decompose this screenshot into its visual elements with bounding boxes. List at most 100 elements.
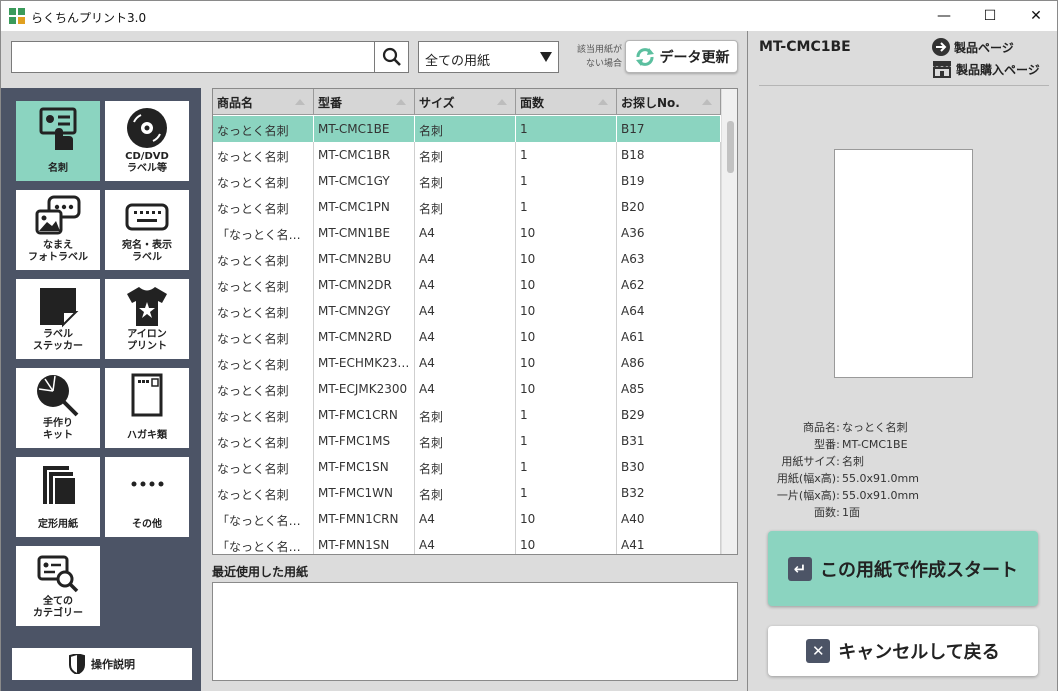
- cell-size: A4: [415, 506, 516, 532]
- data-update-label: データ更新: [659, 49, 730, 66]
- search-button[interactable]: [374, 41, 409, 73]
- cell-search-no: A62: [617, 272, 721, 298]
- cell-faces: 1: [516, 454, 617, 480]
- data-update-button[interactable]: データ更新: [625, 40, 738, 73]
- category-handmade-kit[interactable]: 手作り キット: [16, 368, 100, 448]
- info-value: 55.0x91.0mm: [842, 489, 919, 502]
- manual-button[interactable]: 操作説明: [12, 648, 192, 680]
- table-row[interactable]: なっとく名刺 MT-CMN2GY A4 10 A64: [213, 298, 721, 324]
- table-scrollbar[interactable]: [721, 89, 737, 554]
- info-key: 用紙(幅x高): [776, 472, 836, 485]
- cell-search-no: A36: [617, 220, 721, 246]
- close-icon: ✕: [1030, 8, 1042, 24]
- category-cd-dvd[interactable]: CD/DVD ラベル等: [105, 101, 189, 181]
- info-key: 型番: [814, 438, 836, 451]
- recent-papers-list[interactable]: [212, 582, 738, 681]
- cell-product-name: 「なっとく名刺…: [213, 532, 314, 554]
- info-row: 商品名: なっとく名刺: [748, 419, 1058, 436]
- category-name-photo-label[interactable]: なまえ フォトラベル: [16, 190, 100, 270]
- cell-product-name: なっとく名刺: [213, 194, 314, 220]
- table-row[interactable]: なっとく名刺 MT-CMC1GY 名刺 1 B19: [213, 168, 721, 194]
- info-row: 用紙(幅x高):55.0x91.0mm: [748, 470, 1058, 487]
- table-row[interactable]: なっとく名刺 MT-CMN2RD A4 10 A61: [213, 324, 721, 350]
- cell-faces: 10: [516, 350, 617, 376]
- table-row[interactable]: なっとく名刺 MT-CMC1PN 名刺 1 B20: [213, 194, 721, 220]
- category-panel: 名刺 CD/DVD ラベル等 なまえ フォトラベル 宛名・表示 ラベル ラベル …: [1, 88, 201, 691]
- sort-arrow-icon: [295, 99, 305, 105]
- cell-faces: 1: [516, 480, 617, 506]
- cancel-button[interactable]: ✕ キャンセルして戻る: [768, 626, 1038, 676]
- column-header-search-no[interactable]: お探しNo.: [617, 89, 721, 115]
- sort-arrow-icon: [702, 99, 712, 105]
- search-input[interactable]: [11, 41, 375, 73]
- table-row[interactable]: なっとく名刺 MT-CMN2DR A4 10 A62: [213, 272, 721, 298]
- start-create-label: この用紙で作成スタート: [820, 559, 1018, 581]
- close-icon: ✕: [806, 639, 831, 663]
- paper-type-dropdown[interactable]: 全ての用紙: [418, 41, 559, 73]
- disc-icon: [127, 108, 167, 148]
- cell-product-name: なっとく名刺: [213, 480, 314, 506]
- table-row[interactable]: なっとく名刺 MT-CMC1BR 名刺 1 B18: [213, 142, 721, 168]
- table-row[interactable]: なっとく名刺 MT-FMC1WN 名刺 1 B32: [213, 480, 721, 506]
- cell-faces: 1: [516, 142, 617, 168]
- table-row[interactable]: 「なっとく名刺… MT-FMN1CRN A4 10 A40: [213, 506, 721, 532]
- close-button[interactable]: ✕: [1013, 1, 1058, 31]
- paper-preview-image: [834, 149, 973, 378]
- cell-product-name: なっとく名刺: [213, 454, 314, 480]
- table-row[interactable]: 「なっとく名刺… MT-CMN1BE A4 10 A36: [213, 220, 721, 246]
- scroll-thumb[interactable]: [727, 121, 734, 173]
- start-create-button[interactable]: ↵ この用紙で作成スタート: [768, 531, 1038, 606]
- table-row[interactable]: なっとく名刺 MT-FMC1MS 名刺 1 B31: [213, 428, 721, 454]
- maximize-button[interactable]: ☐: [967, 1, 1013, 31]
- category-business-card[interactable]: 名刺: [16, 101, 100, 181]
- category-label: CD/DVD ラベル等: [125, 151, 169, 174]
- product-page-link[interactable]: 製品ページ: [932, 38, 1014, 56]
- column-header-size[interactable]: サイズ: [415, 89, 516, 115]
- category-other[interactable]: その他: [105, 457, 189, 537]
- category-label: なまえ フォトラベル: [28, 240, 88, 263]
- sticker-icon: [40, 288, 79, 328]
- cell-search-no: B18: [617, 142, 721, 168]
- cell-product-name: なっとく名刺: [213, 324, 314, 350]
- category-postcard[interactable]: ハガキ類: [105, 368, 189, 448]
- table-row[interactable]: なっとく名刺 MT-FMC1CRN 名刺 1 B29: [213, 402, 721, 428]
- info-row: 用紙サイズ: 名刺: [748, 453, 1058, 470]
- cell-model: MT-CMC1BR: [314, 142, 415, 168]
- paper-stack-icon: [43, 466, 75, 504]
- column-header-product-name[interactable]: 商品名: [213, 89, 314, 115]
- table-row[interactable]: 「なっとく名刺… MT-FMN1SN A4 10 A41: [213, 532, 721, 554]
- category-all[interactable]: 全ての カテゴリー: [16, 546, 100, 626]
- cell-size: A4: [415, 220, 516, 246]
- category-label: 名刺: [48, 163, 68, 174]
- photo-label-icon: [35, 195, 81, 235]
- cell-model: MT-FMC1WN: [314, 480, 415, 506]
- category-iron-print[interactable]: アイロン プリント: [105, 279, 189, 359]
- search-icon: [382, 47, 401, 66]
- category-standard-paper[interactable]: 定形用紙: [16, 457, 100, 537]
- category-sticker[interactable]: ラベル ステッカー: [16, 279, 100, 359]
- category-label: 定形用紙: [38, 519, 78, 530]
- table-row[interactable]: なっとく名刺 MT-ECHMK23… A4 10 A86: [213, 350, 721, 376]
- title-bar: らくちんプリント3.0 — ☐ ✕: [0, 0, 1058, 31]
- cell-search-no: A86: [617, 350, 721, 376]
- column-header-model[interactable]: 型番: [314, 89, 415, 115]
- cell-faces: 10: [516, 324, 617, 350]
- cell-product-name: なっとく名刺: [213, 168, 314, 194]
- table-row[interactable]: なっとく名刺 MT-CMC1BE 名刺 1 B17: [213, 116, 721, 142]
- cell-model: MT-CMN2DR: [314, 272, 415, 298]
- refresh-icon: [635, 47, 654, 66]
- enter-icon: ↵: [788, 556, 812, 581]
- column-header-faces[interactable]: 面数: [516, 89, 617, 115]
- table-row[interactable]: なっとく名刺 MT-FMC1SN 名刺 1 B30: [213, 454, 721, 480]
- app-title: らくちんプリント3.0: [31, 11, 147, 25]
- shop-icon: [933, 61, 951, 78]
- table-row[interactable]: なっとく名刺 MT-CMN2BU A4 10 A63: [213, 246, 721, 272]
- minimize-button[interactable]: —: [921, 1, 967, 31]
- cell-faces: 10: [516, 246, 617, 272]
- info-key: 面数: [814, 506, 836, 519]
- table-row[interactable]: なっとく名刺 MT-ECJMK2300 A4 10 A85: [213, 376, 721, 402]
- tshirt-icon: [127, 287, 167, 326]
- category-address-label[interactable]: 宛名・表示 ラベル: [105, 190, 189, 270]
- cell-product-name: なっとく名刺: [213, 402, 314, 428]
- product-buy-link[interactable]: 製品購入ページ: [932, 60, 1040, 78]
